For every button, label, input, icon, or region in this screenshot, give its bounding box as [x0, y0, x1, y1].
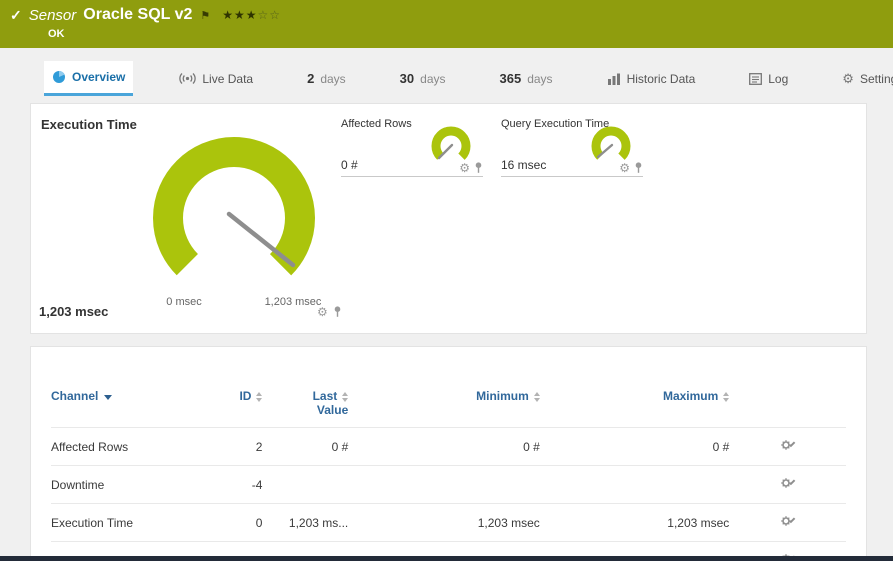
column-header-settings	[729, 375, 846, 428]
gauges-panel: Execution Time 0 msec 1,203 msec 1,203 m…	[30, 103, 867, 334]
bar-chart-icon	[607, 73, 621, 85]
tab-2-days[interactable]: 2 days	[299, 61, 354, 96]
sort-icon	[723, 391, 730, 402]
gauge-min-label: 0 msec	[166, 296, 202, 308]
column-header-last-value[interactable]: Last Value	[262, 375, 349, 428]
pie-chart-icon	[52, 70, 66, 84]
tab-overview[interactable]: Overview	[44, 61, 134, 96]
tab-live-data[interactable]: Live Data	[171, 61, 261, 96]
tab-label-unit: days	[320, 71, 346, 86]
mini-gauge-value: 16 msec	[501, 158, 547, 172]
stars-filled[interactable]: ★★★	[222, 8, 257, 22]
sort-icon	[256, 391, 263, 402]
channel-minimum	[348, 465, 540, 504]
channel-name: Execution Time	[51, 503, 181, 542]
channel-id: -4	[180, 465, 263, 504]
channel-maximum: 1,203 msec	[539, 503, 730, 542]
tab-label: Log	[768, 71, 789, 86]
column-header-label: Maximum	[662, 389, 719, 403]
tab-label: Historic Data	[626, 71, 696, 86]
channel-id: 2	[180, 427, 263, 466]
tab-label-number: 365	[499, 71, 522, 86]
channel-last-value	[262, 465, 349, 504]
log-icon	[749, 72, 763, 85]
tab-30-days[interactable]: 30 days	[392, 61, 454, 96]
gear-wrench-icon	[779, 477, 796, 489]
column-header-id[interactable]: ID	[181, 375, 263, 428]
channel-name: Downtime	[51, 465, 181, 504]
tab-label-number: 2	[307, 71, 315, 86]
table-row[interactable]: Execution Time 0 1,203 ms... 1,203 msec …	[51, 503, 846, 542]
gear-icon[interactable]: ⚙	[619, 162, 630, 174]
channel-settings-button[interactable]	[729, 503, 846, 542]
channel-table-panel: Channel ID Last Value Minimum Maximum Af…	[30, 346, 867, 561]
mini-gauge-affected-rows: Affected Rows 0 # ⚙	[341, 118, 483, 177]
sort-desc-icon	[104, 395, 113, 400]
channel-table: Channel ID Last Value Minimum Maximum Af…	[51, 375, 846, 561]
channel-maximum	[539, 465, 730, 504]
tab-settings[interactable]: ⚙ Settings	[834, 61, 893, 96]
sensor-kind-label: Sensor	[28, 6, 77, 24]
tab-label: Settings	[859, 71, 893, 86]
pin-icon[interactable]	[474, 162, 483, 174]
channel-last-value: 1,203 ms...	[262, 503, 349, 542]
gauge-value: 1,203 msec	[39, 304, 109, 319]
execution-time-gauge[interactable]	[149, 133, 319, 303]
channel-maximum: 0 #	[539, 427, 730, 466]
pin-icon[interactable]	[634, 162, 643, 174]
channel-settings-button[interactable]	[729, 465, 846, 504]
mini-gauge-value: 0 #	[341, 158, 358, 172]
column-header-minimum[interactable]: Minimum	[348, 375, 540, 428]
column-header-label: Minimum	[476, 389, 529, 403]
tab-historic-data[interactable]: Historic Data	[599, 61, 704, 96]
ok-check-icon: ✓	[10, 6, 22, 23]
gear-wrench-icon	[779, 515, 796, 527]
live-data-icon	[179, 72, 197, 85]
tab-365-days[interactable]: 365 days	[492, 61, 561, 96]
column-header-label: Value	[316, 403, 349, 417]
table-row[interactable]: Affected Rows 2 0 # 0 # 0 #	[51, 427, 846, 466]
pin-icon[interactable]	[333, 306, 342, 318]
gear-icon[interactable]: ⚙	[459, 162, 470, 174]
stars-empty[interactable]: ☆☆	[258, 8, 282, 22]
channel-name: Affected Rows	[51, 427, 181, 466]
status-badge: OK	[48, 28, 65, 40]
mini-gauge-query-execution-time: Query Execution Time 16 msec ⚙	[501, 118, 643, 177]
table-row[interactable]: Downtime -4	[51, 465, 846, 504]
tab-label-unit: days	[420, 71, 446, 86]
sort-icon	[533, 391, 540, 402]
column-header-label: Channel	[51, 389, 99, 403]
tab-label-unit: days	[527, 71, 553, 86]
tab-bar: Overview Live Data 2 days 30 days 365 da…	[0, 61, 893, 96]
main-gauge-title: Execution Time	[41, 117, 137, 132]
column-header-maximum[interactable]: Maximum	[540, 375, 730, 428]
tab-label: Live Data	[202, 71, 254, 86]
tab-log[interactable]: Log	[741, 61, 796, 96]
tab-label-number: 30	[399, 71, 415, 86]
tab-label: Overview	[72, 70, 126, 84]
gear-icon[interactable]: ⚙	[317, 306, 328, 318]
column-header-channel[interactable]: Channel	[51, 375, 181, 428]
flag-icon[interactable]: ⚑	[200, 9, 210, 22]
column-header-label: ID	[239, 389, 252, 403]
sensor-title: Oracle SQL v2	[83, 6, 193, 23]
sort-icon	[342, 391, 349, 402]
column-header-label: Last	[312, 389, 338, 403]
channel-minimum: 0 #	[348, 427, 540, 466]
priority-stars[interactable]: ★★★☆☆	[222, 8, 281, 22]
channel-id: 0	[180, 503, 263, 542]
channel-last-value: 0 #	[262, 427, 349, 466]
channel-minimum: 1,203 msec	[348, 503, 540, 542]
channel-settings-button[interactable]	[729, 427, 846, 466]
sensor-header: ✓ Sensor Oracle SQL v2 ⚑ ★★★☆☆ OK	[0, 0, 893, 48]
gear-icon: ⚙	[842, 70, 854, 86]
gear-wrench-icon	[779, 439, 796, 451]
bottom-bar	[0, 556, 893, 561]
